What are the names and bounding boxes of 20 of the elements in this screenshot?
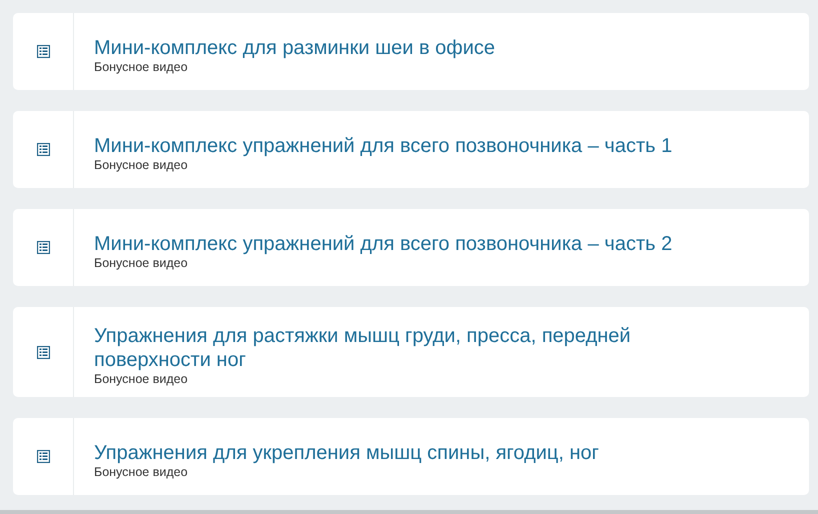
lesson-subtitle: Бонусное видео (94, 372, 189, 387)
lesson-subtitle: Бонусное видео (94, 158, 189, 172)
list-icon (36, 143, 50, 156)
lesson-title[interactable]: Мини-комплекс упражнений для всего позвоночника – часть 1 (94, 134, 672, 158)
list-icon (36, 346, 50, 358)
list-icon (36, 45, 50, 58)
lesson-title[interactable]: Упражнения для растяжки мышц груди, пресса, передней поверхности ног (94, 324, 724, 372)
lesson-title[interactable]: Мини-комплекс для разминки шеи в офисе (94, 36, 496, 60)
lesson-subtitle: Бонусное видео (94, 256, 189, 270)
lesson-subtitle: Бонусное видео (94, 464, 189, 480)
lesson-card[interactable]: Мини-комплекс упражнений для всего позвоночника – часть 2 Бонусное видео (13, 209, 809, 286)
lesson-title[interactable]: Мини-комплекс упражнений для всего позвоночника – часть 2 (94, 232, 672, 256)
lesson-subtitle: Бонусное видео (94, 60, 189, 74)
lesson-card[interactable]: Мини-комплекс для разминки шеи в офисе Бонусное видео (13, 13, 809, 90)
lesson-card[interactable]: Упражнения для укрепления мышц спины, ягодиц, ног Бонусное видео (13, 418, 809, 495)
lesson-card[interactable]: Упражнения для растяжки мышц груди, пресса, передней поверхности ног Бонусное видео (13, 307, 809, 397)
lesson-title[interactable]: Упражнения для укрепления мышц спины, ягодиц, ног (94, 440, 599, 464)
list-icon (36, 241, 50, 254)
lesson-card[interactable]: Мини-комплекс упражнений для всего позвоночника – часть 1 Бонусное видео (13, 111, 809, 188)
list-icon (36, 450, 50, 463)
